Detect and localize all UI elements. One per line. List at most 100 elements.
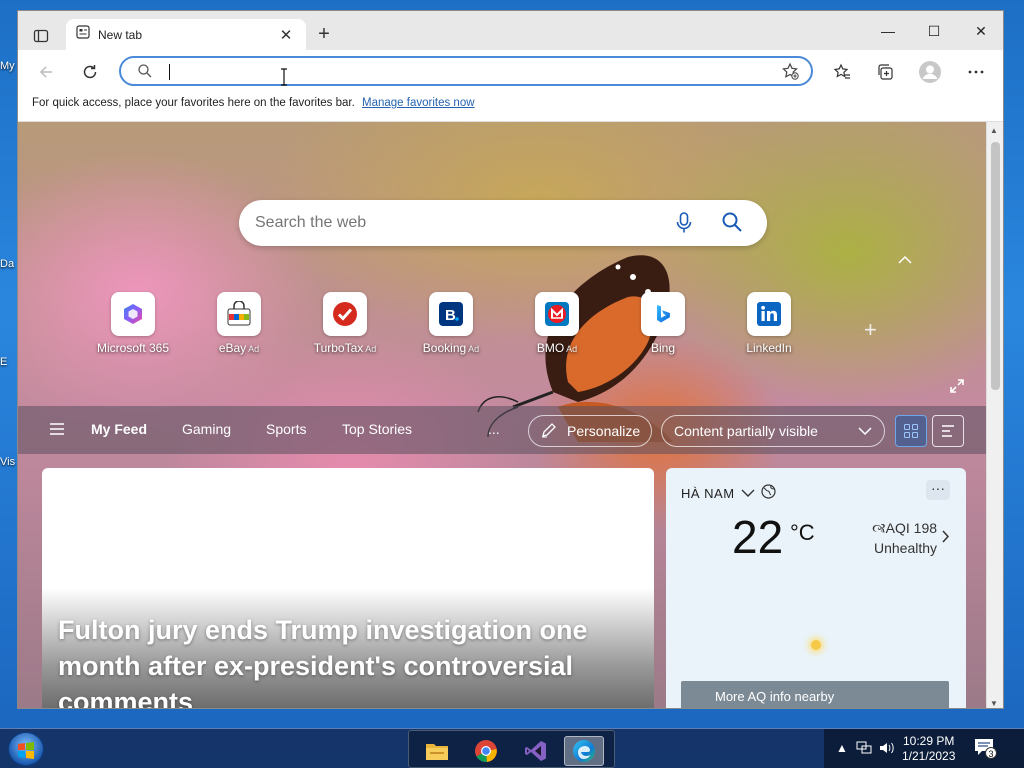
volume-icon[interactable]: [879, 741, 895, 758]
weather-more-options-button[interactable]: ···: [926, 480, 950, 500]
minimize-button[interactable]: —: [865, 17, 911, 45]
browser-window: New tab ✕ + — ☐ ✕ For quick access, plac…: [17, 10, 1004, 709]
weather-card: HÀ NAM ··· 22 °C 🙣AQI 198 Unhealthy More…: [666, 468, 966, 708]
chevron-right-icon[interactable]: [942, 530, 950, 546]
quick-link-turbotax[interactable]: TurboTax Ad: [300, 292, 390, 355]
news-headline[interactable]: Fulton jury ends Trump investigation one…: [58, 612, 618, 708]
add-favorite-icon[interactable]: [781, 62, 799, 85]
tab-new-tab[interactable]: New tab ✕: [66, 19, 306, 50]
show-hidden-icons-icon[interactable]: ▲: [836, 741, 848, 755]
quick-link-label: LinkedIn: [746, 341, 792, 355]
quick-link-booking[interactable]: B Booking Ad: [406, 292, 496, 355]
news-card[interactable]: Fulton jury ends Trump investigation one…: [42, 468, 654, 708]
chrome-icon[interactable]: [466, 736, 506, 766]
clock[interactable]: 10:29 PM 1/21/2023: [902, 734, 955, 764]
address-bar[interactable]: [119, 56, 813, 86]
temperature-unit[interactable]: °C: [790, 520, 815, 546]
grid-view-icon[interactable]: [895, 415, 927, 447]
expand-background-icon[interactable]: [950, 379, 964, 398]
start-button[interactable]: [8, 732, 44, 766]
text-cursor-pointer-icon: [281, 68, 287, 86]
new-tab-page-icon: [76, 25, 90, 44]
weather-location[interactable]: HÀ NAM: [681, 484, 776, 502]
globe-location-icon[interactable]: [760, 484, 776, 502]
tab-sports[interactable]: Sports: [266, 421, 306, 437]
tab-top-stories[interactable]: Top Stories: [342, 421, 412, 437]
file-explorer-icon[interactable]: [417, 736, 457, 766]
aqi-value: AQI 198: [885, 520, 938, 536]
ad-badge: Ad: [468, 344, 480, 354]
close-tab-icon[interactable]: ✕: [276, 26, 296, 44]
network-icon[interactable]: [856, 741, 872, 758]
quick-link-microsoft-365[interactable]: Microsoft 365: [88, 292, 178, 355]
edge-icon[interactable]: [564, 736, 604, 766]
list-view-icon[interactable]: [932, 415, 964, 447]
chevron-down-icon: [858, 423, 872, 439]
settings-more-icon[interactable]: [962, 58, 990, 86]
page-scrollbar[interactable]: ▲ ▼: [986, 122, 1003, 708]
tab-my-feed[interactable]: My Feed: [91, 421, 147, 437]
tab-strip: New tab ✕ + — ☐ ✕: [18, 11, 1003, 50]
personalize-label: Personalize: [567, 423, 641, 439]
quick-link-label: BMO: [536, 341, 565, 355]
tab-gaming[interactable]: Gaming: [182, 421, 231, 437]
ad-badge: Ad: [248, 344, 260, 354]
quick-link-label: Microsoft 365: [96, 341, 170, 355]
address-input[interactable]: [165, 62, 765, 82]
scroll-down-arrow-icon[interactable]: ▼: [990, 699, 998, 708]
close-window-button[interactable]: ✕: [958, 17, 1003, 45]
tab-actions-icon[interactable]: [28, 23, 54, 49]
back-button[interactable]: [32, 58, 60, 86]
sun-icon: [811, 640, 821, 650]
more-tabs-button[interactable]: ...: [488, 421, 500, 437]
add-site-button[interactable]: +: [864, 317, 877, 343]
ad-badge: Ad: [566, 344, 578, 354]
quick-link-ebay[interactable]: eBay Ad: [194, 292, 284, 355]
microphone-icon[interactable]: [676, 212, 692, 239]
microsoft-365-icon: [111, 292, 155, 336]
desktop-icon-label[interactable]: My: [0, 60, 15, 72]
scrollbar-thumb[interactable]: [991, 142, 1000, 390]
desktop-icon-label[interactable]: E: [0, 356, 7, 368]
maximize-button[interactable]: ☐: [911, 17, 957, 45]
booking-icon: B: [429, 292, 473, 336]
favorites-icon[interactable]: [828, 58, 856, 86]
clock-time: 10:29 PM: [903, 734, 955, 748]
content-visibility-dropdown[interactable]: Content partially visible: [661, 415, 885, 447]
taskbar-pinned-apps: [408, 730, 615, 768]
profile-avatar[interactable]: [916, 58, 944, 86]
hamburger-menu-icon[interactable]: [50, 422, 64, 440]
web-search-box[interactable]: [239, 200, 767, 246]
web-search-input[interactable]: [255, 212, 645, 234]
taskbar: ▲ 10:29 PM 1/21/2023 3: [0, 728, 1024, 768]
quick-link-label: TurboTax: [313, 341, 364, 355]
visual-studio-icon[interactable]: [516, 736, 556, 766]
new-tab-button[interactable]: +: [312, 22, 336, 46]
text-cursor: [169, 64, 170, 80]
manage-favorites-link[interactable]: Manage favorites now: [362, 97, 475, 109]
search-icon[interactable]: [721, 211, 743, 238]
search-icon: [137, 63, 153, 84]
scroll-up-arrow-icon[interactable]: ▲: [990, 126, 998, 135]
refresh-button[interactable]: [76, 58, 104, 86]
new-tab-page: Microsoft 365 eBayAd TurboTaxAd B Bookin…: [18, 122, 988, 708]
quick-link-bing[interactable]: Bing: [618, 292, 708, 355]
content-visibility-label: Content partially visible: [674, 423, 818, 439]
collections-icon[interactable]: [871, 58, 899, 86]
bing-icon: [641, 292, 685, 336]
chevron-up-icon[interactable]: [898, 252, 918, 272]
personalize-button[interactable]: Personalize: [528, 415, 652, 447]
desktop-icon-label[interactable]: Vis: [0, 456, 15, 468]
air-quality-indicator[interactable]: 🙣AQI 198 Unhealthy: [872, 518, 937, 558]
more-aq-info-button[interactable]: More AQ info nearby: [681, 681, 949, 708]
quick-link-bmo[interactable]: BMO Ad: [512, 292, 602, 355]
turbotax-icon: [323, 292, 367, 336]
air-quality-icon: 🙣: [872, 520, 886, 536]
favorites-bar: For quick access, place your favorites h…: [18, 92, 1003, 122]
desktop-icon-label[interactable]: Da: [0, 258, 14, 270]
favorites-bar-text: For quick access, place your favorites h…: [32, 97, 355, 109]
ad-badge: Ad: [365, 344, 377, 354]
linkedin-icon: [747, 292, 791, 336]
quick-link-linkedin[interactable]: LinkedIn: [724, 292, 814, 355]
notification-center-icon[interactable]: 3: [974, 738, 1000, 760]
